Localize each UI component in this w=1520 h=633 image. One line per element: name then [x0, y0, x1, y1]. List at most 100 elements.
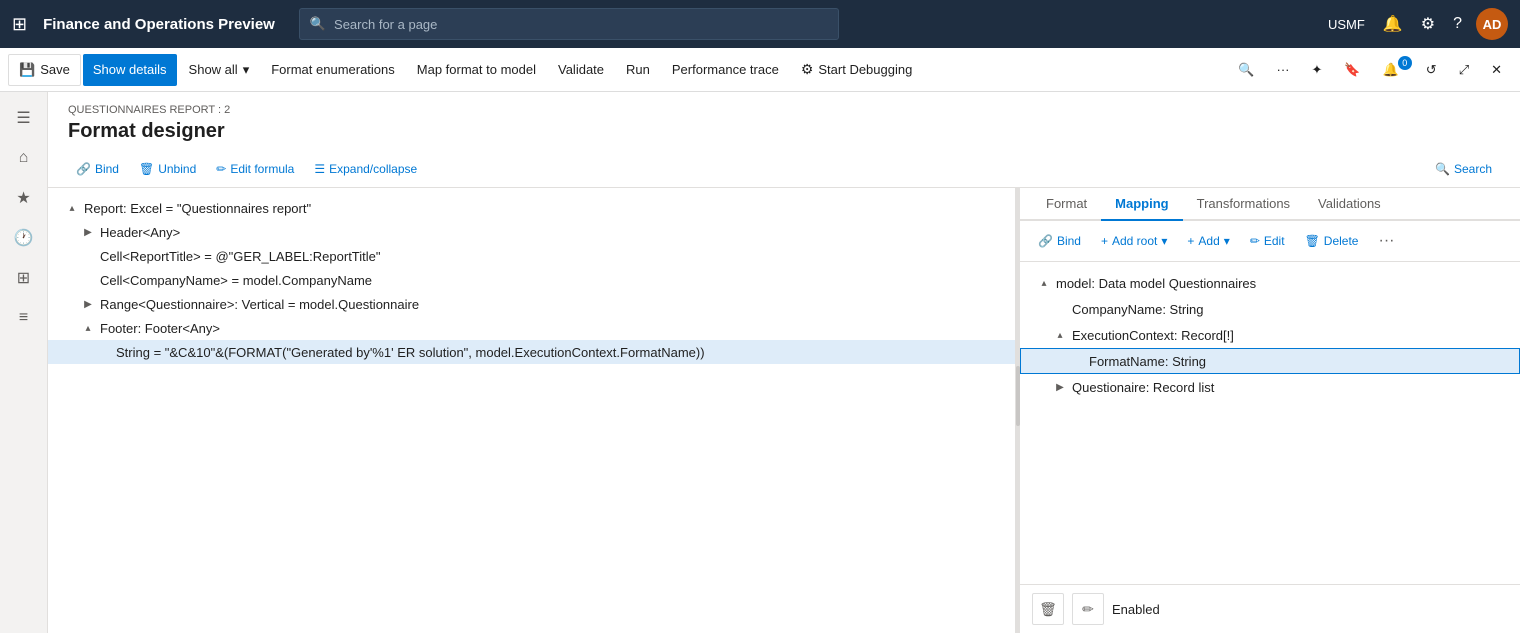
toolbar-badge-button[interactable]: 🔔0 [1373, 54, 1414, 86]
page-title: Format designer [68, 120, 1500, 143]
sidebar-home-icon[interactable]: ⌂ [6, 140, 42, 176]
search-button[interactable]: 🔍 Search [1427, 155, 1500, 183]
tab-validations[interactable]: Validations [1304, 188, 1395, 221]
nav-right: USMF 🔔 ⚙ ? AD [1324, 8, 1508, 40]
edit-icon: ✏ [1082, 601, 1094, 618]
tree-item[interactable]: ▴ Report: Excel = "Questionnaires report… [48, 196, 1015, 220]
edit-icon: ✏ [216, 162, 226, 176]
pane-splitter[interactable] [1016, 188, 1020, 633]
tree-toggle-icon[interactable]: ▴ [64, 200, 80, 216]
save-icon: 💾 [19, 62, 35, 78]
global-search[interactable]: 🔍 Search for a page [299, 8, 839, 40]
tab-mapping[interactable]: Mapping [1101, 188, 1182, 221]
debug-icon: ⚙ [801, 61, 814, 78]
tree-item[interactable]: ▶ Range<Questionnaire>: Vertical = model… [48, 292, 1015, 316]
sidebar-menu-icon[interactable]: ☰ [6, 100, 42, 136]
sidebar-workspaces-icon[interactable]: ⊞ [6, 260, 42, 296]
link-icon: 🔗 [76, 162, 91, 176]
mapping-pane: Format Mapping Transformations Validatio… [1020, 188, 1520, 633]
toolbar-more-button[interactable]: ··· [1267, 54, 1300, 86]
sidebar-recent-icon[interactable]: 🕐 [6, 220, 42, 256]
tree-toggle-icon[interactable]: ▶ [80, 296, 96, 312]
unlink-icon: 🗑 [139, 162, 154, 176]
tree-item[interactable]: ▶ Cell<ReportTitle> = @"GER_LABEL:Report… [48, 244, 1015, 268]
waffle-icon[interactable]: ⊞ [12, 14, 27, 35]
sidebar-favorites-icon[interactable]: ★ [6, 180, 42, 216]
toolbar-search-button[interactable]: 🔍 [1228, 54, 1264, 86]
top-nav: ⊞ Finance and Operations Preview 🔍 Searc… [0, 0, 1520, 48]
avatar[interactable]: AD [1476, 8, 1508, 40]
edit-formula-button[interactable]: ✏ Edit formula [208, 155, 302, 183]
start-debugging-button[interactable]: ⚙ Start Debugging [791, 54, 923, 86]
show-details-button[interactable]: Show details [83, 54, 177, 86]
map-item-text: Questionaire: Record list [1072, 380, 1214, 395]
main-container: ☰ ⌂ ★ 🕐 ⊞ ≡ QUESTIONNAIRES REPORT : 2 Fo… [0, 92, 1520, 633]
search-placeholder: Search for a page [334, 17, 437, 32]
split-pane: ▴ Report: Excel = "Questionnaires report… [48, 188, 1520, 633]
plus-icon: + [1187, 234, 1194, 248]
mapping-more-button[interactable]: ··· [1370, 227, 1402, 255]
tree-toggle-icon[interactable]: ▴ [80, 320, 96, 336]
tab-transformations[interactable]: Transformations [1183, 188, 1304, 221]
tab-format[interactable]: Format [1032, 188, 1101, 221]
search-icon: 🔍 [310, 16, 326, 32]
mapping-add-root-button[interactable]: + Add root ▾ [1093, 227, 1175, 255]
mapping-tree: ▴ model: Data model Questionnaires ▶ Com… [1020, 262, 1520, 584]
search-icon: 🔍 [1435, 162, 1450, 176]
map-tree-item[interactable]: ▶ FormatName: String [1020, 348, 1520, 374]
toolbar-right: 🔍 ··· ✦ 🔖 🔔0 ↺ ⤢ ✕ [1228, 54, 1512, 86]
performance-trace-button[interactable]: Performance trace [662, 54, 789, 86]
footer-delete-button[interactable]: 🗑 [1032, 593, 1064, 625]
run-button[interactable]: Run [616, 54, 660, 86]
map-item-text: FormatName: String [1089, 354, 1206, 369]
toolbar-pin-button[interactable]: ✦ [1302, 54, 1333, 86]
map-format-button[interactable]: Map format to model [407, 54, 546, 86]
mapping-delete-button[interactable]: 🗑 Delete [1297, 227, 1367, 255]
expand-icon: ☰ [314, 162, 325, 176]
map-item-text: CompanyName: String [1072, 302, 1204, 317]
format-enumerations-button[interactable]: Format enumerations [261, 54, 405, 86]
help-icon[interactable]: ? [1449, 11, 1466, 37]
settings-icon[interactable]: ⚙ [1417, 10, 1439, 38]
delete-icon: 🗑 [1039, 601, 1057, 618]
show-all-button[interactable]: Show all ▾ [179, 54, 260, 86]
toolbar-refresh-button[interactable]: ↺ [1416, 54, 1447, 86]
toolbar-bookmark-button[interactable]: 🔖 [1334, 54, 1370, 86]
search-icon: 🔍 [1238, 62, 1254, 78]
link-icon: 🔗 [1038, 234, 1053, 248]
user-label: USMF [1324, 13, 1369, 36]
tree-item[interactable]: ▶ Header<Any> [48, 220, 1015, 244]
tree-toggle-icon[interactable]: ▶ [80, 224, 96, 240]
tree-item[interactable]: ▴ Footer: Footer<Any> [48, 316, 1015, 340]
tree-toggle-icon[interactable]: ▴ [1052, 327, 1068, 343]
sidebar-list-icon[interactable]: ≡ [6, 300, 42, 336]
map-tree-item[interactable]: ▴ ExecutionContext: Record[!] [1020, 322, 1520, 348]
mapping-add-button[interactable]: + Add ▾ [1179, 227, 1237, 255]
save-button[interactable]: 💾 Save [8, 54, 81, 86]
mapping-edit-button[interactable]: ✏ Edit [1242, 227, 1293, 255]
tree-item-text: Report: Excel = "Questionnaires report" [84, 201, 311, 216]
notification-icon[interactable]: 🔔 [1379, 10, 1407, 38]
toolbar-popout-button[interactable]: ⤢ [1449, 54, 1479, 86]
sidebar-icons: ☰ ⌂ ★ 🕐 ⊞ ≡ [0, 92, 48, 633]
tree-item[interactable]: ▶ Cell<CompanyName> = model.CompanyName [48, 268, 1015, 292]
footer-edit-button[interactable]: ✏ [1072, 593, 1104, 625]
mapping-bind-button[interactable]: 🔗 Bind [1030, 227, 1089, 255]
tree-item-text: String = "&C&10"&(FORMAT("Generated by'%… [116, 345, 705, 360]
unbind-button[interactable]: 🗑 Unbind [131, 155, 204, 183]
tree-toggle-icon[interactable]: ▶ [1052, 379, 1068, 395]
validate-button[interactable]: Validate [548, 54, 614, 86]
map-tree-item[interactable]: ▴ model: Data model Questionnaires [1020, 270, 1520, 296]
page-header: QUESTIONNAIRES REPORT : 2 Format designe… [48, 92, 1520, 151]
map-tree-item[interactable]: ▶ Questionaire: Record list [1020, 374, 1520, 400]
tree-item-text: Cell<CompanyName> = model.CompanyName [100, 273, 372, 288]
map-tree-item[interactable]: ▶ CompanyName: String [1020, 296, 1520, 322]
tree-item[interactable]: ▶ String = "&C&10"&(FORMAT("Generated by… [48, 340, 1015, 364]
tree-toggle-icon[interactable]: ▴ [1036, 275, 1052, 291]
tree-item-text: Cell<ReportTitle> = @"GER_LABEL:ReportTi… [100, 249, 381, 264]
bind-button[interactable]: 🔗 Bind [68, 155, 127, 183]
expand-collapse-button[interactable]: ☰ Expand/collapse [306, 155, 425, 183]
format-tree-pane: ▴ Report: Excel = "Questionnaires report… [48, 188, 1016, 633]
toolbar-close-button[interactable]: ✕ [1481, 54, 1512, 86]
map-item-text: model: Data model Questionnaires [1056, 276, 1256, 291]
